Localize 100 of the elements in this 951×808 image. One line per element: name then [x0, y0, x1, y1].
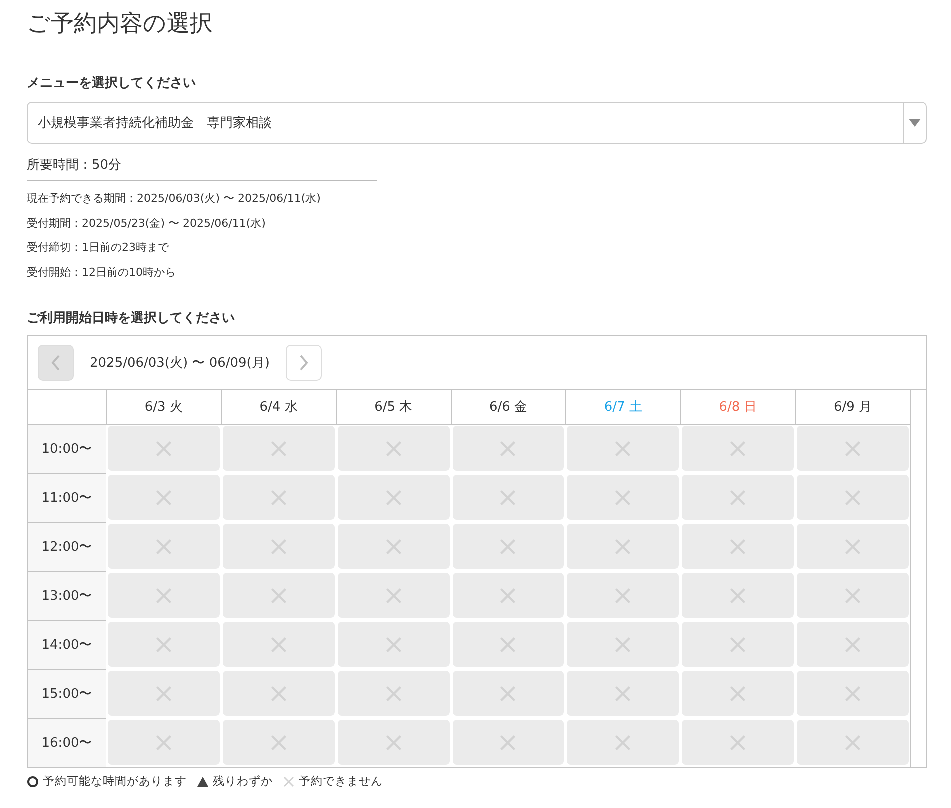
time-slot[interactable]: [222, 671, 335, 716]
cross-icon: [499, 734, 518, 752]
cross-icon: [499, 488, 518, 506]
time-slot[interactable]: [222, 426, 335, 471]
time-slot[interactable]: [108, 475, 220, 520]
cross-icon: [729, 488, 748, 506]
time-slot[interactable]: [797, 720, 909, 765]
time-slot[interactable]: [682, 622, 794, 667]
chevron-right-icon: [298, 354, 309, 372]
legend-label: 予約できません: [299, 774, 383, 789]
cross-icon: [729, 538, 748, 556]
cross-icon: [729, 734, 748, 752]
cross-icon: [499, 440, 518, 458]
time-slot[interactable]: [682, 573, 794, 618]
duration-text: 所要時間：50分: [27, 144, 377, 181]
time-slot[interactable]: [108, 426, 220, 471]
cross-icon: [844, 734, 862, 752]
cross-icon: [154, 538, 173, 556]
time-slot[interactable]: [452, 524, 564, 569]
cross-icon: [384, 440, 403, 458]
day-header: 6/4 水: [220, 390, 336, 425]
time-slot[interactable]: [682, 524, 794, 569]
time-slot[interactable]: [797, 524, 909, 569]
cross-icon: [844, 538, 862, 556]
day-header: 6/6 金: [450, 390, 566, 425]
cross-icon: [154, 684, 173, 702]
time-slot[interactable]: [108, 524, 220, 569]
cross-icon: [614, 636, 632, 654]
cross-icon: [499, 586, 518, 604]
next-week-button[interactable]: [286, 344, 322, 380]
section-label: ご利用開始日時を選択してください: [27, 310, 236, 327]
time-slot[interactable]: [797, 622, 909, 667]
cross-icon: [270, 440, 288, 458]
day-header: 6/9 月: [795, 390, 910, 425]
time-slot[interactable]: [338, 720, 450, 765]
cross-icon: [154, 586, 173, 604]
time-slot[interactable]: [797, 671, 909, 716]
time-slot[interactable]: [452, 671, 564, 716]
time-slot[interactable]: [222, 573, 335, 618]
time-slot[interactable]: [797, 475, 909, 520]
time-slot[interactable]: [797, 573, 909, 618]
time-slot[interactable]: [567, 720, 680, 765]
time-slot[interactable]: [108, 720, 220, 765]
time-slot[interactable]: [567, 573, 680, 618]
page-title: ご予約内容の選択: [27, 10, 214, 39]
cross-icon: [614, 684, 632, 702]
time-slot[interactable]: [222, 720, 335, 765]
time-slot[interactable]: [222, 475, 335, 520]
time-slot[interactable]: [567, 524, 680, 569]
time-slot[interactable]: [108, 671, 220, 716]
time-slot[interactable]: [682, 720, 794, 765]
time-slot[interactable]: [797, 426, 909, 471]
cross-icon: [614, 538, 632, 556]
time-slot[interactable]: [682, 475, 794, 520]
cross-icon: [270, 488, 288, 506]
info-text: 受付締切：1日前の23時まで: [27, 240, 170, 256]
time-cell: 10:00〜: [28, 425, 106, 474]
cross-icon: [270, 636, 288, 654]
time-slot[interactable]: [452, 720, 564, 765]
cross-icon: [154, 440, 173, 458]
time-slot[interactable]: [338, 671, 450, 716]
time-slot[interactable]: [452, 573, 564, 618]
info-text: 受付期間：2025/05/23(金) 〜 2025/06/11(水): [27, 216, 267, 232]
time-slot[interactable]: [338, 475, 450, 520]
time-slot[interactable]: [682, 426, 794, 471]
time-slot[interactable]: [338, 426, 450, 471]
cross-icon: [729, 586, 748, 604]
time-slot[interactable]: [567, 622, 680, 667]
cross-icon: [499, 538, 518, 556]
time-slot[interactable]: [222, 622, 335, 667]
cross-icon: [614, 734, 632, 752]
legend-label: 残りわずか: [213, 774, 273, 789]
time-slot[interactable]: [338, 573, 450, 618]
time-slot[interactable]: [567, 671, 680, 716]
cross-icon: [270, 538, 288, 556]
time-slot[interactable]: [338, 524, 450, 569]
date-range: 2025/06/03(火) 〜 06/09(月): [90, 354, 270, 372]
cross-icon: [844, 586, 862, 604]
day-header: 6/3 火: [106, 390, 221, 425]
time-slot[interactable]: [222, 524, 335, 569]
cross-icon: [499, 636, 518, 654]
cross-icon: [270, 684, 288, 702]
cross-icon: [729, 684, 748, 702]
time-slot[interactable]: [108, 573, 220, 618]
time-slot[interactable]: [452, 475, 564, 520]
cross-icon: [154, 488, 173, 506]
cross-icon: [844, 684, 862, 702]
time-slot[interactable]: [452, 622, 564, 667]
time-slot[interactable]: [108, 622, 220, 667]
cross-icon: [384, 734, 403, 752]
time-slot[interactable]: [567, 475, 680, 520]
day-header: 6/7 土: [565, 390, 680, 425]
cross-icon: [844, 636, 862, 654]
time-slot[interactable]: [452, 426, 564, 471]
caret-icon: [909, 119, 921, 127]
menu-select[interactable]: 小規模事業者持続化補助金 専門家相談: [27, 102, 927, 144]
time-slot[interactable]: [567, 426, 680, 471]
section-label: メニューを選択してください: [27, 75, 197, 92]
time-slot[interactable]: [338, 622, 450, 667]
time-slot[interactable]: [682, 671, 794, 716]
